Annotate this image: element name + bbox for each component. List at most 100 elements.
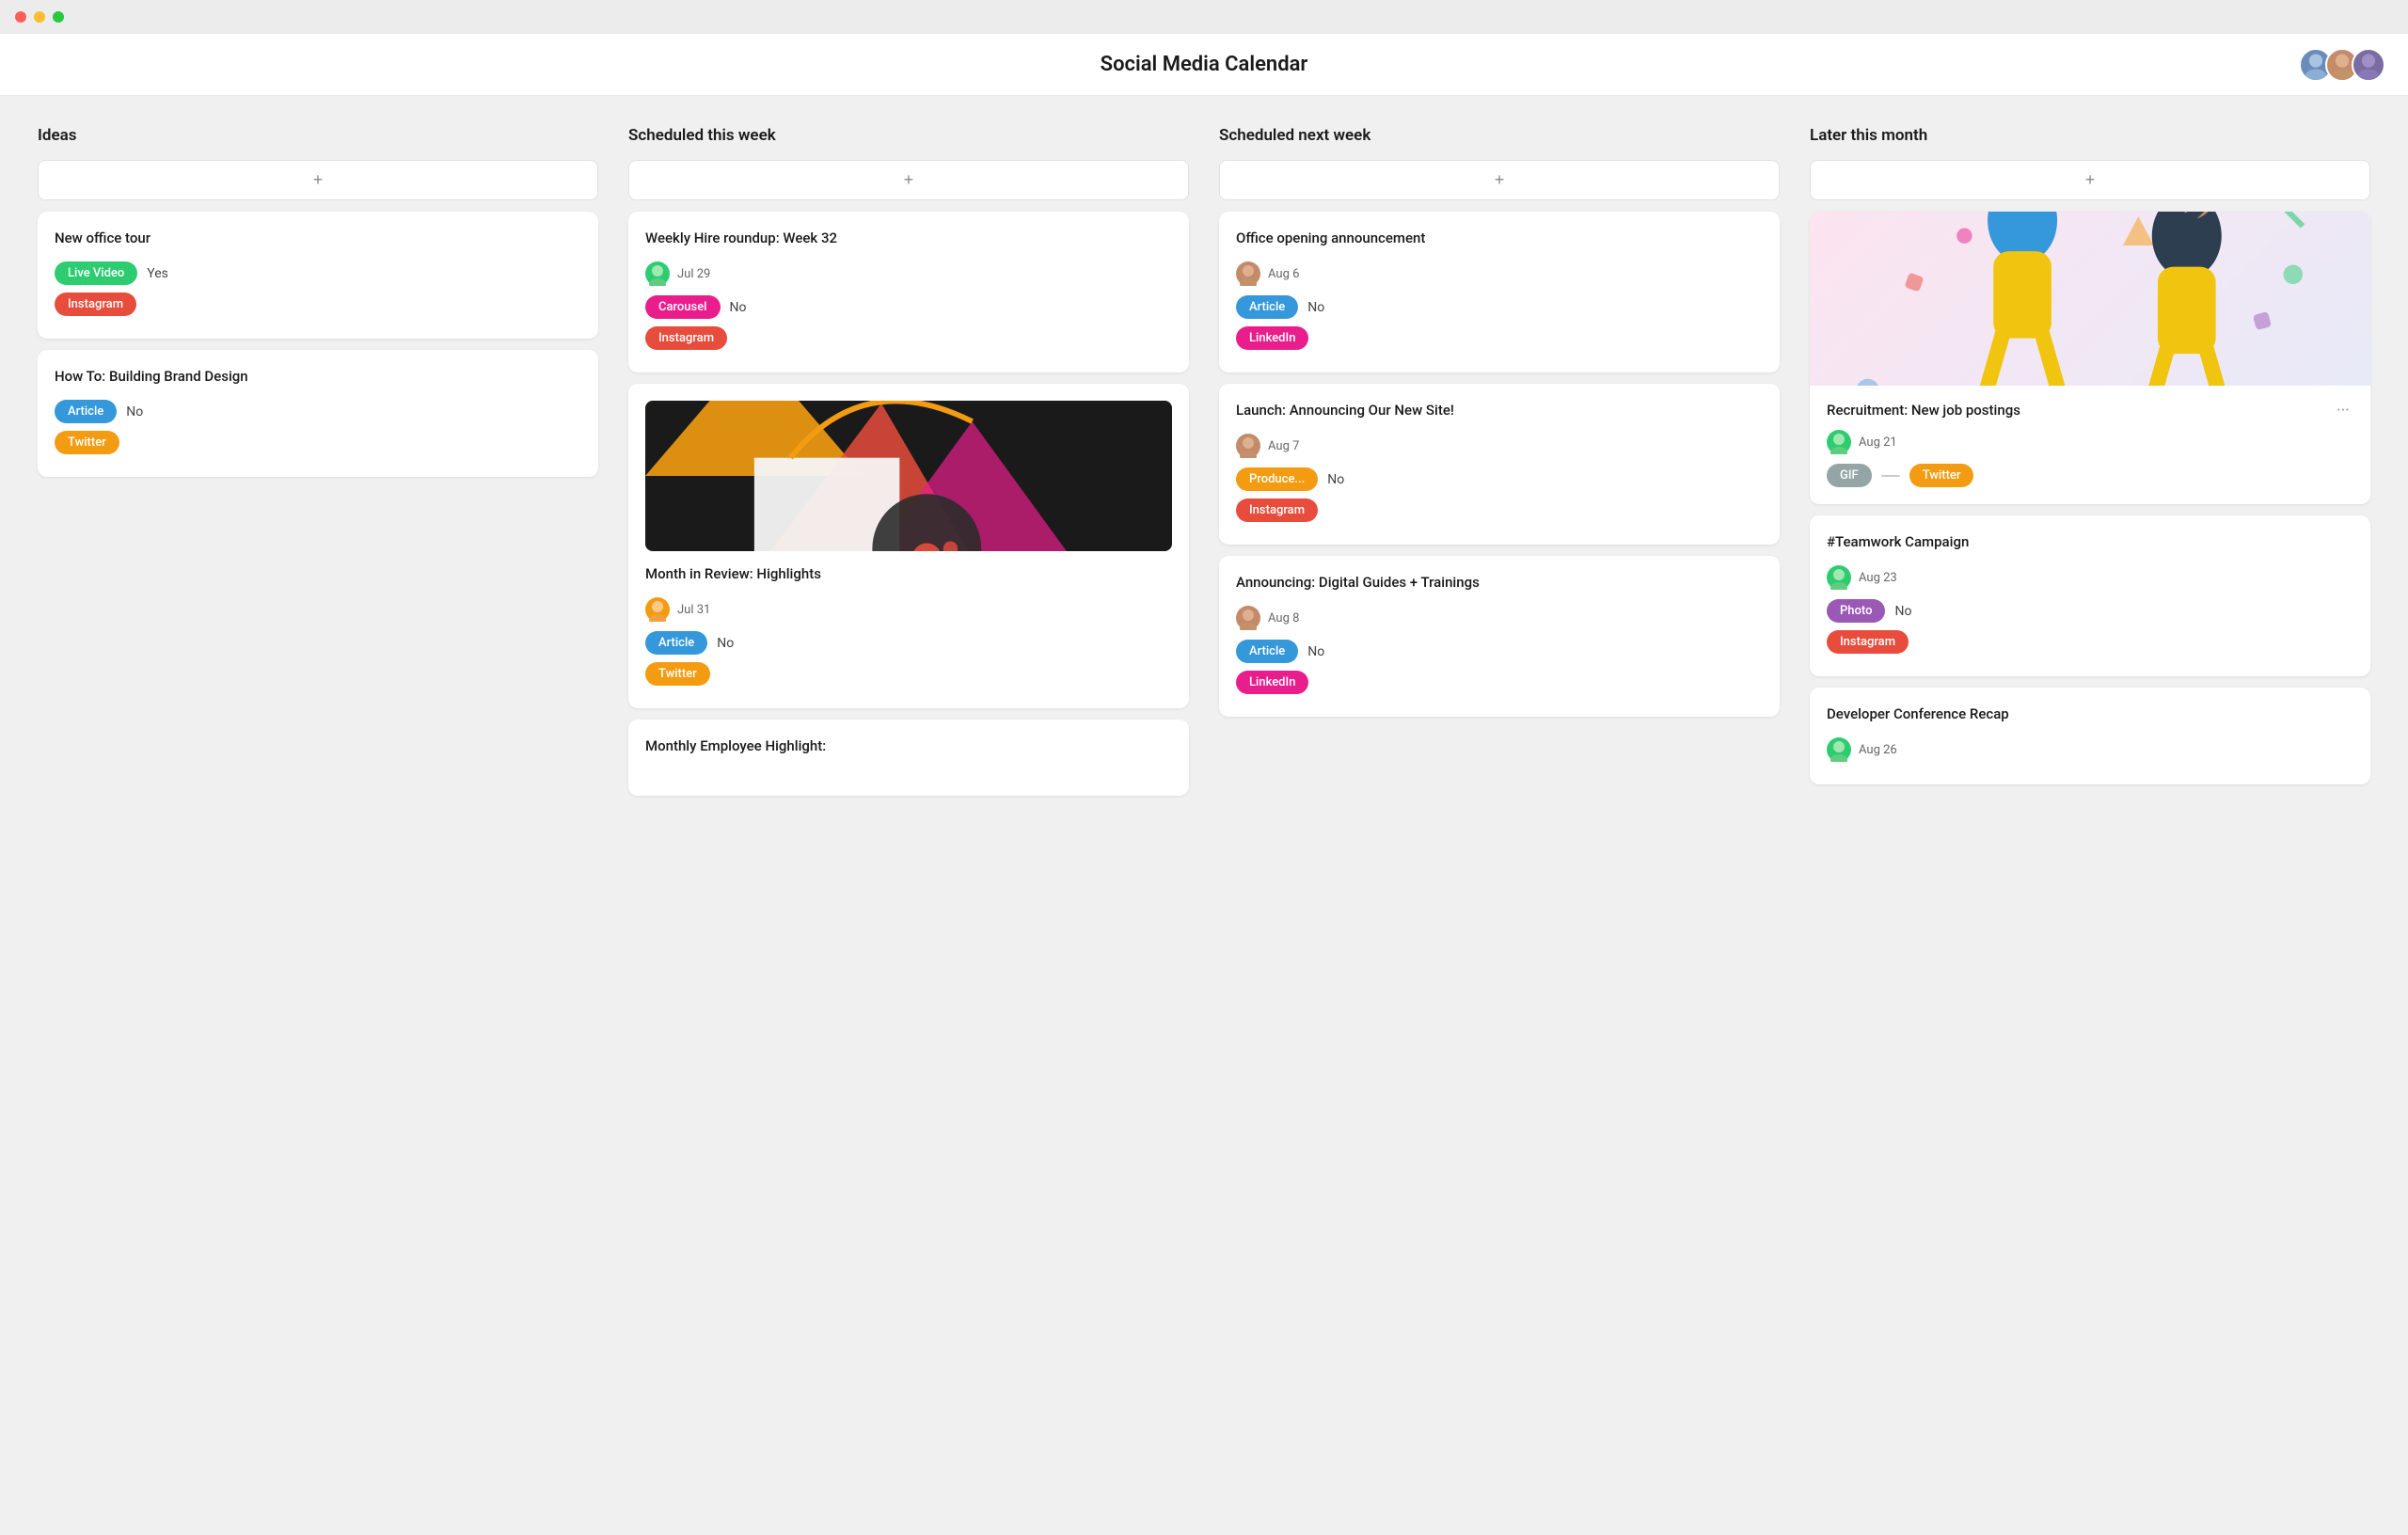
card-meta: Aug 26 <box>1827 737 2353 762</box>
card-title: Developer Conference Recap <box>1827 704 2353 724</box>
tag-photo[interactable]: Photo <box>1827 599 1885 623</box>
tag-instagram[interactable]: Instagram <box>645 326 727 350</box>
column-title-next-week: Scheduled next week <box>1219 126 1780 145</box>
card-date: Aug 21 <box>1859 435 1897 450</box>
add-card-button-week[interactable]: + <box>628 160 1189 200</box>
avatar-small <box>1236 434 1260 458</box>
tag-produce[interactable]: Produce... <box>1236 467 1318 491</box>
tag-article[interactable]: Article <box>1236 295 1298 319</box>
card-tag-row: Produce... No <box>1236 467 1763 491</box>
tag-article[interactable]: Article <box>645 631 707 655</box>
card-title: Announcing: Digital Guides + Trainings <box>1236 573 1763 593</box>
card-title-row: Recruitment: New job postings ··· <box>1827 401 2353 430</box>
column-title-ideas: Ideas <box>38 126 598 145</box>
card-date: Jul 31 <box>677 603 710 617</box>
column-title-later: Later this month <box>1810 126 2370 145</box>
plus-icon: + <box>904 170 914 190</box>
card-date: Jul 29 <box>677 267 710 281</box>
tag-twitter[interactable]: Twitter <box>645 662 710 686</box>
minimize-dot[interactable] <box>34 11 45 23</box>
plus-icon: + <box>1495 170 1505 190</box>
card-digital-guides: Announcing: Digital Guides + Trainings A… <box>1219 556 1780 717</box>
card-tags: Instagram <box>645 326 1172 350</box>
tag-linkedin[interactable]: LinkedIn <box>1236 671 1308 694</box>
avatar[interactable] <box>2352 48 2385 82</box>
column-scheduled-next-week: Scheduled next week + Office opening ann… <box>1204 126 1795 1497</box>
card-tag-row: Photo No <box>1827 599 2353 623</box>
card-recruitment: Recruitment: New job postings ··· Aug 21… <box>1810 212 2370 504</box>
card-title: Weekly Hire roundup: Week 32 <box>645 229 1172 248</box>
avatar-small <box>1827 565 1851 590</box>
add-card-button-later[interactable]: + <box>1810 160 2370 200</box>
card-title: Launch: Announcing Our New Site! <box>1236 401 1763 420</box>
avatar-small <box>1827 430 1851 454</box>
tag-article[interactable]: Article <box>55 400 117 423</box>
avatar-small <box>1236 606 1260 630</box>
column-title-scheduled-week: Scheduled this week <box>628 126 1189 145</box>
card-tags: LinkedIn <box>1236 326 1763 350</box>
tag-twitter[interactable]: Twitter <box>1909 464 1974 487</box>
boolean-no: No <box>126 404 143 419</box>
card-title: Recruitment: New job postings <box>1827 401 2020 420</box>
column-scheduled-this-week: Scheduled this week + Weekly Hire roundu… <box>613 126 1204 1497</box>
card-meta: Aug 23 <box>1827 565 2353 590</box>
card-meta: Aug 7 <box>1236 434 1763 458</box>
plus-icon: + <box>2085 170 2096 190</box>
more-options-button[interactable]: ··· <box>2333 401 2353 420</box>
tag-twitter[interactable]: Twitter <box>55 431 119 454</box>
card-dev-conference: Developer Conference Recap Aug 26 <box>1810 688 2370 784</box>
card-teamwork: #Teamwork Campaign Aug 23 Photo No Insta… <box>1810 515 2370 676</box>
tag-instagram[interactable]: Instagram <box>55 293 136 316</box>
tag-live-video[interactable]: Live Video <box>55 261 137 285</box>
card-date: Aug 26 <box>1859 743 1897 757</box>
card-tags: Instagram <box>55 293 581 316</box>
card-month-review: Month in Review: Highlights Jul 31 Artic… <box>628 384 1189 708</box>
card-title: New office tour <box>55 229 581 248</box>
avatar-small <box>645 261 670 286</box>
app-header: Social Media Calendar <box>0 34 2408 96</box>
add-card-button-ideas[interactable]: + <box>38 160 598 200</box>
card-tags: Instagram <box>1236 498 1763 522</box>
card-weekly-hire: Weekly Hire roundup: Week 32 Jul 29 Caro… <box>628 212 1189 372</box>
card-date: Aug 7 <box>1268 439 1299 453</box>
dash-separator <box>1881 475 1900 477</box>
avatar-small <box>1236 261 1260 286</box>
tag-carousel[interactable]: Carousel <box>645 295 721 319</box>
tag-linkedin[interactable]: LinkedIn <box>1236 326 1308 350</box>
card-title: #Teamwork Campaign <box>1827 532 2353 552</box>
tag-article[interactable]: Article <box>1236 640 1298 663</box>
card-tag-row: Carousel No <box>645 295 1172 319</box>
card-tag-row: GIF Twitter <box>1827 464 2353 487</box>
card-content: Recruitment: New job postings ··· Aug 21… <box>1810 386 2370 504</box>
card-tag-row: Article No <box>645 631 1172 655</box>
column-later-this-month: Later this month + <box>1795 126 2385 1497</box>
avatar-group <box>2299 48 2385 82</box>
boolean-no: No <box>1307 644 1324 659</box>
card-monthly-employee: Monthly Employee Highlight: <box>628 720 1189 796</box>
boolean-no: No <box>1307 300 1324 315</box>
card-building-brand: How To: Building Brand Design Article No… <box>38 350 598 477</box>
card-meta: Jul 29 <box>645 261 1172 286</box>
maximize-dot[interactable] <box>53 11 64 23</box>
titlebar <box>0 0 2408 34</box>
card-meta: Aug 8 <box>1236 606 1763 630</box>
card-tags-2: Twitter <box>55 431 581 454</box>
card-image-art1 <box>645 401 1172 551</box>
card-title: Monthly Employee Highlight: <box>645 736 1172 756</box>
add-card-button-next-week[interactable]: + <box>1219 160 1780 200</box>
card-tags: Instagram <box>1827 630 2353 654</box>
plus-icon: + <box>313 170 324 190</box>
card-date: Aug 6 <box>1268 267 1299 281</box>
boolean-no: No <box>1327 472 1344 487</box>
card-tags: Twitter <box>645 662 1172 686</box>
page-title: Social Media Calendar <box>1101 53 1308 76</box>
tag-instagram[interactable]: Instagram <box>1827 630 1909 654</box>
tag-gif[interactable]: GIF <box>1827 464 1872 487</box>
kanban-board: Ideas + New office tour Live Video Yes I… <box>0 96 2408 1527</box>
card-tag-row: Article No <box>55 400 581 423</box>
boolean-no: No <box>717 636 734 651</box>
tag-instagram[interactable]: Instagram <box>1236 498 1318 522</box>
card-tags: LinkedIn <box>1236 671 1763 694</box>
close-dot[interactable] <box>15 11 26 23</box>
card-tag-row: Article No <box>1236 640 1763 663</box>
